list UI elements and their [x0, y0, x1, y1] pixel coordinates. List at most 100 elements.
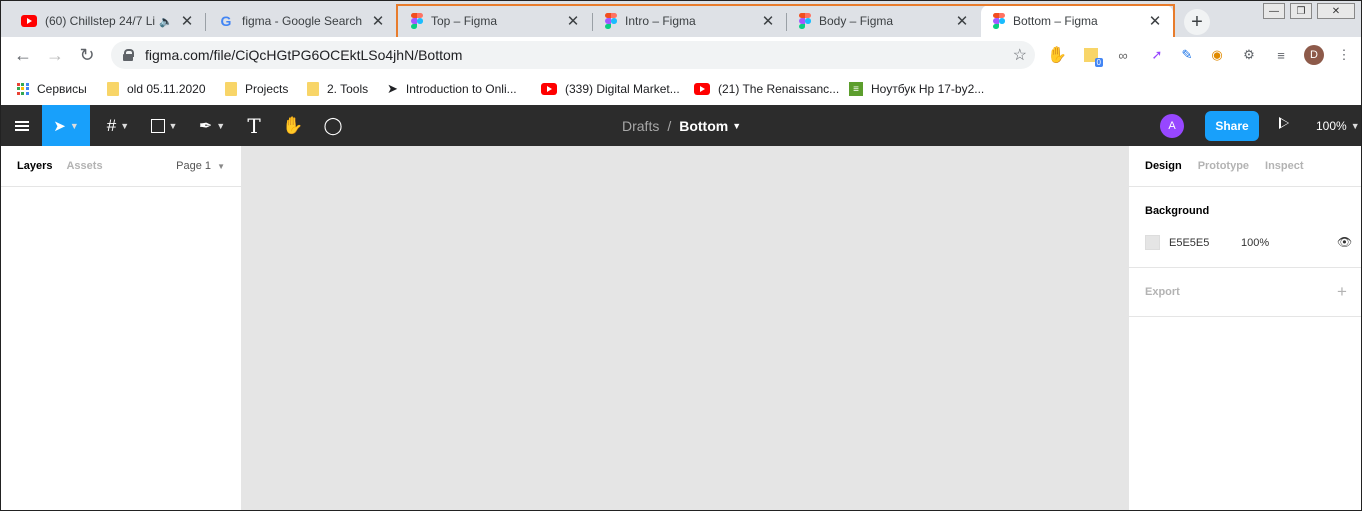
forward-button[interactable]: → — [39, 39, 71, 71]
add-export-icon[interactable]: + — [1337, 282, 1347, 302]
tab-inspect[interactable]: Inspect — [1265, 160, 1304, 172]
tab-layers[interactable]: Layers — [17, 160, 52, 172]
tab-assets[interactable]: Assets — [66, 160, 102, 172]
bookmark-digital-marketing[interactable]: (339) Digital Market... — [541, 81, 680, 97]
bookmarks-bar: Сервисы old 05.11.2020 Projects 2. Tools… — [1, 73, 1361, 105]
tab-title: figma - Google Search — [242, 14, 363, 28]
export-section-title: Export — [1145, 286, 1180, 298]
youtube-icon — [21, 15, 37, 27]
bookmark-introduction[interactable]: ➤ Introduction to Onli... — [387, 81, 517, 97]
layers-panel: Layers Assets Page 1 ▼ — [1, 146, 242, 510]
breadcrumb-project[interactable]: Drafts — [622, 118, 659, 134]
notes-extension-icon[interactable]: 0 — [1081, 45, 1103, 67]
share-button[interactable]: Share — [1205, 111, 1259, 141]
window-close-button[interactable]: ✕ — [1317, 3, 1355, 19]
present-play-icon[interactable] — [1279, 117, 1289, 129]
bookmark-label: (21) The Renaissanc... — [718, 82, 840, 96]
bookmark-tools-folder[interactable]: 2. Tools — [307, 81, 368, 97]
maximize-button[interactable]: ❐ — [1290, 3, 1312, 19]
close-icon[interactable]: ✕ — [760, 13, 776, 30]
text-icon: T — [247, 113, 261, 138]
hand-icon: ✋ — [282, 115, 304, 135]
reload-button[interactable]: ↻ — [71, 39, 103, 71]
move-tool-button[interactable]: ➤ ▼ — [42, 105, 90, 146]
bookmark-notebook[interactable]: ≡ Ноутбук Hp 17-by2... — [849, 81, 984, 97]
tab-title: Intro – Figma — [625, 14, 696, 28]
bookmark-renaissance[interactable]: (21) The Renaissanc... — [694, 81, 839, 97]
bookmark-services[interactable]: Сервисы — [17, 81, 87, 97]
frame-tool-button[interactable]: # ▼ — [97, 105, 139, 146]
chevron-down-icon: ▼ — [168, 120, 178, 131]
feather-extension-icon[interactable]: ➚ — [1147, 45, 1167, 65]
reading-list-icon[interactable]: ≡ — [1271, 45, 1291, 65]
section-divider — [1129, 316, 1361, 317]
comment-tool-button[interactable]: ◯ — [317, 105, 349, 146]
youtube-icon — [694, 83, 710, 95]
background-opacity-value[interactable]: 100% — [1241, 237, 1269, 249]
back-button[interactable]: ← — [7, 39, 39, 71]
minimize-button[interactable]: — — [1263, 3, 1285, 19]
close-icon[interactable]: ✕ — [954, 13, 970, 30]
browser-tab-google-search[interactable]: G figma - Google Search ✕ — [206, 5, 396, 37]
browser-window: (60) Chillstep 24/7 Li 🔈 ✕ G figma - Goo… — [0, 0, 1362, 511]
address-bar[interactable]: figma.com/file/CiQcHGtPG6OCEktLSo4jhN/Bo… — [111, 41, 1035, 69]
bookmark-old-folder[interactable]: old 05.11.2020 — [107, 81, 206, 97]
close-icon[interactable]: ✕ — [370, 13, 386, 30]
bookmark-star-icon[interactable]: ☆ — [1013, 45, 1027, 65]
chevron-down-icon[interactable]: ▼ — [732, 121, 741, 131]
adblock-extension-icon[interactable]: ✋ — [1047, 45, 1067, 65]
bookmark-label: Introduction to Onli... — [405, 82, 517, 96]
folder-icon — [225, 82, 237, 96]
figma-icon — [411, 13, 423, 29]
chevron-down-icon: ▼ — [69, 120, 79, 131]
user-avatar[interactable]: A — [1160, 114, 1184, 138]
main-menu-button[interactable] — [1, 105, 42, 146]
tab-title: (60) Chillstep 24/7 Li — [45, 14, 156, 28]
profile-avatar[interactable]: D — [1304, 45, 1324, 65]
owl-extension-icon[interactable]: ◉ — [1207, 45, 1227, 65]
file-name[interactable]: Bottom — [679, 118, 728, 134]
close-icon[interactable]: ✕ — [565, 13, 581, 30]
page-name: Page 1 — [176, 160, 212, 172]
cursor-icon: ➤ — [53, 117, 66, 135]
tab-prototype[interactable]: Prototype — [1198, 160, 1249, 172]
bookmark-label: (339) Digital Market... — [565, 82, 680, 96]
lock-icon[interactable] — [123, 49, 134, 61]
speaker-icon[interactable]: 🔈 — [159, 15, 173, 28]
puzzle-extensions-icon[interactable]: ⚙ — [1239, 45, 1259, 65]
background-hex-value[interactable]: E5E5E5 — [1169, 237, 1209, 249]
tab-title: Bottom – Figma — [1013, 14, 1098, 28]
browser-tab-body-figma[interactable]: Body – Figma ✕ — [787, 5, 980, 37]
pin-icon: ➤ — [387, 81, 398, 96]
figma-icon — [993, 13, 1005, 29]
zoom-dropdown[interactable]: 100% ▼ — [1316, 105, 1360, 146]
page-selector[interactable]: Page 1 ▼ — [176, 160, 225, 172]
bookmark-label: Сервисы — [37, 82, 87, 96]
browser-tab-bottom-figma[interactable]: Bottom – Figma ✕ — [981, 5, 1173, 37]
tab-design[interactable]: Design — [1145, 160, 1182, 172]
bookmark-projects-folder[interactable]: Projects — [225, 81, 288, 97]
browser-menu-icon[interactable]: ⋮ — [1334, 45, 1354, 65]
hand-tool-button[interactable]: ✋ — [277, 105, 309, 146]
chevron-down-icon: ▼ — [216, 120, 226, 131]
pen-icon: ✒ — [198, 117, 213, 135]
design-canvas[interactable] — [242, 146, 1128, 510]
pen-extension-icon[interactable]: ✎ — [1177, 45, 1197, 65]
browser-tab-intro-figma[interactable]: Intro – Figma ✕ — [593, 5, 786, 37]
eye-icon[interactable]: 👁 — [1337, 235, 1352, 249]
browser-tab-top-figma[interactable]: Top – Figma ✕ — [399, 5, 591, 37]
text-tool-button[interactable]: T — [239, 105, 269, 146]
tab-title: Top – Figma — [431, 14, 498, 28]
youtube-icon — [541, 83, 557, 95]
browser-tab-chillstep[interactable]: (60) Chillstep 24/7 Li 🔈 ✕ — [9, 5, 205, 37]
pen-tool-button[interactable]: ✒ ▼ — [191, 105, 233, 146]
close-icon[interactable]: ✕ — [1147, 13, 1163, 30]
link-extension-icon[interactable]: ∞ — [1113, 45, 1133, 65]
new-tab-button[interactable]: + — [1184, 9, 1210, 35]
background-color-swatch[interactable] — [1145, 235, 1160, 250]
google-icon: G — [220, 13, 232, 29]
shape-tool-button[interactable]: ▼ — [143, 105, 185, 146]
figma-icon — [799, 13, 811, 29]
shop-icon: ≡ — [849, 82, 863, 96]
close-icon[interactable]: ✕ — [179, 13, 195, 30]
